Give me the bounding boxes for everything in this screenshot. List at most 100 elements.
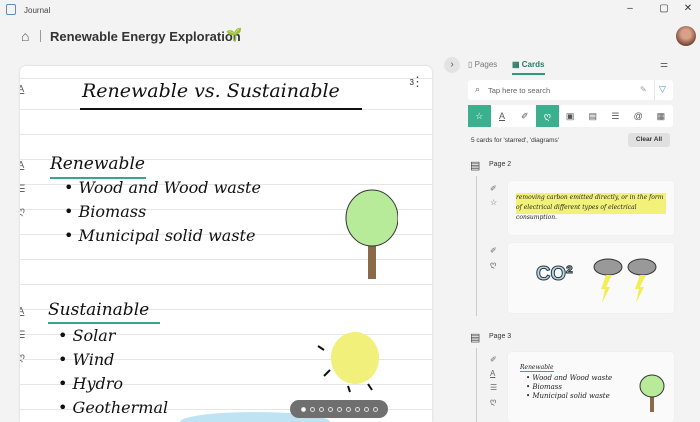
list-item-text: Biomass bbox=[78, 202, 147, 221]
ink-filter-icon[interactable]: ✐ bbox=[513, 105, 536, 127]
divider bbox=[654, 80, 655, 100]
section-heading: Sustainable bbox=[48, 300, 150, 320]
diagram-icon[interactable]: ღ bbox=[20, 206, 28, 217]
home-icon[interactable]: ⌂ bbox=[21, 28, 29, 44]
filter-bar: ☆ A ✐ ღ ▣ ▤ ☰ @ ▦ bbox=[468, 105, 673, 127]
group-line bbox=[476, 348, 477, 422]
ink-icon: ✐ bbox=[490, 184, 497, 193]
list-item: • Wood and Wood waste bbox=[64, 178, 261, 197]
storm-clouds-drawing bbox=[593, 258, 657, 303]
list-item-text: Geothermal bbox=[72, 398, 169, 417]
card-heading: Renewable bbox=[520, 364, 554, 372]
result-count: 5 cards for 'starred', 'diagrams' bbox=[471, 137, 560, 144]
list-item: • Solar bbox=[58, 326, 116, 345]
avatar[interactable] bbox=[676, 26, 696, 46]
journal-app-icon bbox=[6, 4, 16, 15]
list-item: • Municipal solid waste bbox=[64, 226, 256, 245]
group-line bbox=[476, 176, 477, 316]
text-icon[interactable]: A bbox=[20, 84, 28, 95]
card-text: removing carbon emitted directly, or in … bbox=[516, 193, 666, 223]
list-item-text: Hydro bbox=[72, 374, 124, 393]
settings-sliders-icon[interactable]: ⚌ bbox=[660, 59, 668, 70]
heading-underline bbox=[48, 322, 160, 324]
page-dot[interactable] bbox=[309, 406, 315, 412]
list-item-text: Municipal solid waste bbox=[78, 226, 256, 245]
sprout-emoji: 🌱 bbox=[226, 27, 243, 42]
text-icon: A bbox=[490, 369, 496, 378]
list-item: • Biomass bbox=[64, 202, 147, 221]
list-item-text: Solar bbox=[72, 326, 116, 345]
list-item: • Geothermal bbox=[58, 398, 169, 417]
page-dot[interactable] bbox=[372, 406, 378, 412]
ink-search-icon[interactable]: ✎ bbox=[640, 85, 647, 94]
mention-filter-icon[interactable]: @ bbox=[627, 105, 650, 127]
text-filter-icon[interactable]: A bbox=[491, 105, 514, 127]
list-filter-icon[interactable]: ☰ bbox=[604, 105, 627, 127]
filter-icon[interactable]: ▽ bbox=[659, 84, 666, 95]
search-input[interactable]: Tap here to search bbox=[488, 86, 550, 95]
ink-icon: ✐ bbox=[490, 246, 497, 255]
page-dot[interactable] bbox=[354, 406, 360, 412]
tab-pages[interactable]: ▯ Pages bbox=[468, 60, 497, 69]
list-icon: ☰ bbox=[490, 383, 498, 392]
note-canvas[interactable]: 3 ⋮ A Renewable vs. Sustainable A ☰ ღ Re… bbox=[20, 66, 432, 422]
pdf-filter-icon[interactable]: ▣ bbox=[559, 105, 582, 127]
page-icon: ▤ bbox=[470, 160, 481, 172]
card-list-text: Wood and Wood waste bbox=[532, 374, 613, 382]
card[interactable]: CO² bbox=[508, 243, 674, 313]
ink-icon: ✐ bbox=[490, 355, 497, 364]
document-filter-icon[interactable]: ▤ bbox=[581, 105, 604, 127]
page-dot[interactable] bbox=[327, 406, 333, 412]
card[interactable]: removing carbon emitted directly, or in … bbox=[508, 181, 674, 235]
tab-label: Cards bbox=[521, 60, 545, 69]
starred-filter-star-icon[interactable]: ☆ bbox=[468, 105, 491, 127]
list-icon[interactable]: ☰ bbox=[20, 184, 28, 195]
page-dot[interactable] bbox=[345, 406, 351, 412]
more-options-icon[interactable]: ⋮ bbox=[411, 74, 424, 90]
star-icon[interactable]: ☆ bbox=[490, 198, 497, 207]
page-title: Renewable Energy Exploration bbox=[50, 29, 241, 44]
close-button[interactable]: ✕ bbox=[680, 3, 696, 14]
card-list-item: • Biomass bbox=[526, 383, 562, 391]
tree-drawing bbox=[639, 374, 665, 412]
page-group-label: Page 3 bbox=[489, 333, 512, 340]
page-indicator[interactable] bbox=[290, 400, 388, 418]
diagram-icon: ღ bbox=[490, 260, 497, 269]
list-item: • Wind bbox=[58, 350, 115, 369]
calendar-filter-icon[interactable]: ▦ bbox=[650, 105, 673, 127]
search-box[interactable]: ⌕ Tap here to search ✎ ▽ bbox=[468, 80, 673, 100]
divider bbox=[40, 30, 41, 42]
minimize-button[interactable]: – bbox=[622, 3, 638, 14]
card-list-text: Biomass bbox=[532, 383, 562, 391]
card[interactable]: Renewable • Wood and Wood waste • Biomas… bbox=[508, 352, 674, 422]
sun-drawing bbox=[317, 332, 379, 393]
list-item-text: Wind bbox=[72, 350, 115, 369]
title-underline bbox=[80, 108, 362, 110]
tab-cards[interactable]: ▦ Cards bbox=[512, 60, 544, 69]
list-item-text: Wood and Wood waste bbox=[78, 178, 261, 197]
tree-drawing bbox=[345, 189, 398, 279]
clear-all-button[interactable]: Clear All bbox=[628, 133, 670, 147]
maximize-button[interactable]: ▢ bbox=[656, 3, 672, 14]
search-icon: ⌕ bbox=[475, 84, 481, 94]
text-icon[interactable]: A bbox=[20, 160, 28, 171]
page-dot[interactable] bbox=[300, 406, 306, 412]
list-item: • Hydro bbox=[58, 374, 124, 393]
section-heading: Renewable bbox=[50, 154, 145, 174]
page-icon: ▤ bbox=[470, 332, 481, 344]
app-title: Journal bbox=[24, 6, 51, 15]
diagram-filter-icon[interactable]: ღ bbox=[536, 105, 559, 127]
page-dot[interactable] bbox=[363, 406, 369, 412]
title-bar: Journal – ▢ ✕ bbox=[0, 0, 700, 20]
collapse-panel-button[interactable]: › bbox=[444, 57, 460, 73]
text-icon[interactable]: A bbox=[20, 306, 28, 317]
card-list-item: • Wood and Wood waste bbox=[526, 374, 613, 382]
diagram-icon[interactable]: ღ bbox=[20, 352, 28, 363]
card-list-text: Municipal solid waste bbox=[532, 392, 610, 400]
list-icon[interactable]: ☰ bbox=[20, 330, 28, 341]
active-tab-indicator bbox=[512, 73, 545, 75]
page-dot[interactable] bbox=[318, 406, 324, 412]
page-dot[interactable] bbox=[336, 406, 342, 412]
card-list-item: • Municipal solid waste bbox=[526, 392, 610, 400]
tab-label: Pages bbox=[474, 60, 498, 69]
